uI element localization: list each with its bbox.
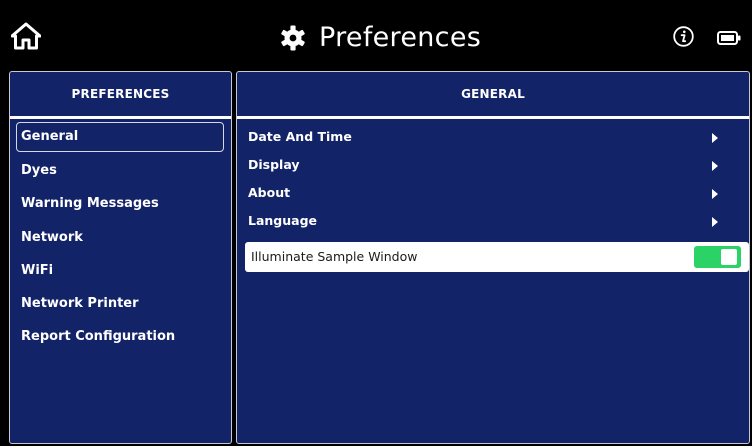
- row-date-and-time[interactable]: Date And Time: [248, 124, 743, 150]
- info-icon[interactable]: [673, 26, 694, 47]
- row-illuminate-sample-window: Illuminate Sample Window: [245, 242, 749, 272]
- menu-item-general[interactable]: General: [16, 122, 224, 152]
- row-label: Display: [248, 157, 300, 172]
- row-label: Date And Time: [248, 129, 352, 144]
- menu-item-report-configuration[interactable]: Report Configuration: [16, 322, 224, 352]
- top-bar: Preferences: [0, 0, 752, 68]
- chevron-right-icon: [712, 217, 718, 227]
- menu-item-warning-messages[interactable]: Warning Messages: [16, 189, 224, 219]
- page-title-group: Preferences: [280, 21, 481, 55]
- row-label: Language: [248, 213, 318, 228]
- battery-icon: [717, 31, 741, 45]
- row-language[interactable]: Language: [248, 208, 743, 234]
- page-title: Preferences: [319, 22, 482, 53]
- row-label: About: [248, 185, 291, 200]
- row-about[interactable]: About: [248, 180, 743, 206]
- toggle-label: Illuminate Sample Window: [251, 249, 418, 264]
- general-panel: GENERAL Date And Time Display About Lang…: [236, 71, 750, 444]
- home-icon[interactable]: [11, 22, 41, 50]
- menu-item-network[interactable]: Network: [16, 223, 224, 253]
- illuminate-sample-window-toggle[interactable]: [694, 246, 741, 268]
- row-display[interactable]: Display: [248, 152, 743, 178]
- preferences-panel: PREFERENCES General Dyes Warning Message…: [9, 71, 232, 444]
- chevron-right-icon: [712, 161, 718, 171]
- preferences-panel-header: PREFERENCES: [10, 72, 231, 119]
- chevron-right-icon: [712, 189, 718, 199]
- toggle-knob: [721, 249, 737, 265]
- menu-item-dyes[interactable]: Dyes: [16, 156, 224, 186]
- menu-item-wifi[interactable]: WiFi: [16, 256, 224, 286]
- menu-item-network-printer[interactable]: Network Printer: [16, 289, 224, 319]
- general-panel-header: GENERAL: [237, 72, 749, 119]
- gear-icon: [281, 25, 305, 51]
- chevron-right-icon: [712, 133, 718, 143]
